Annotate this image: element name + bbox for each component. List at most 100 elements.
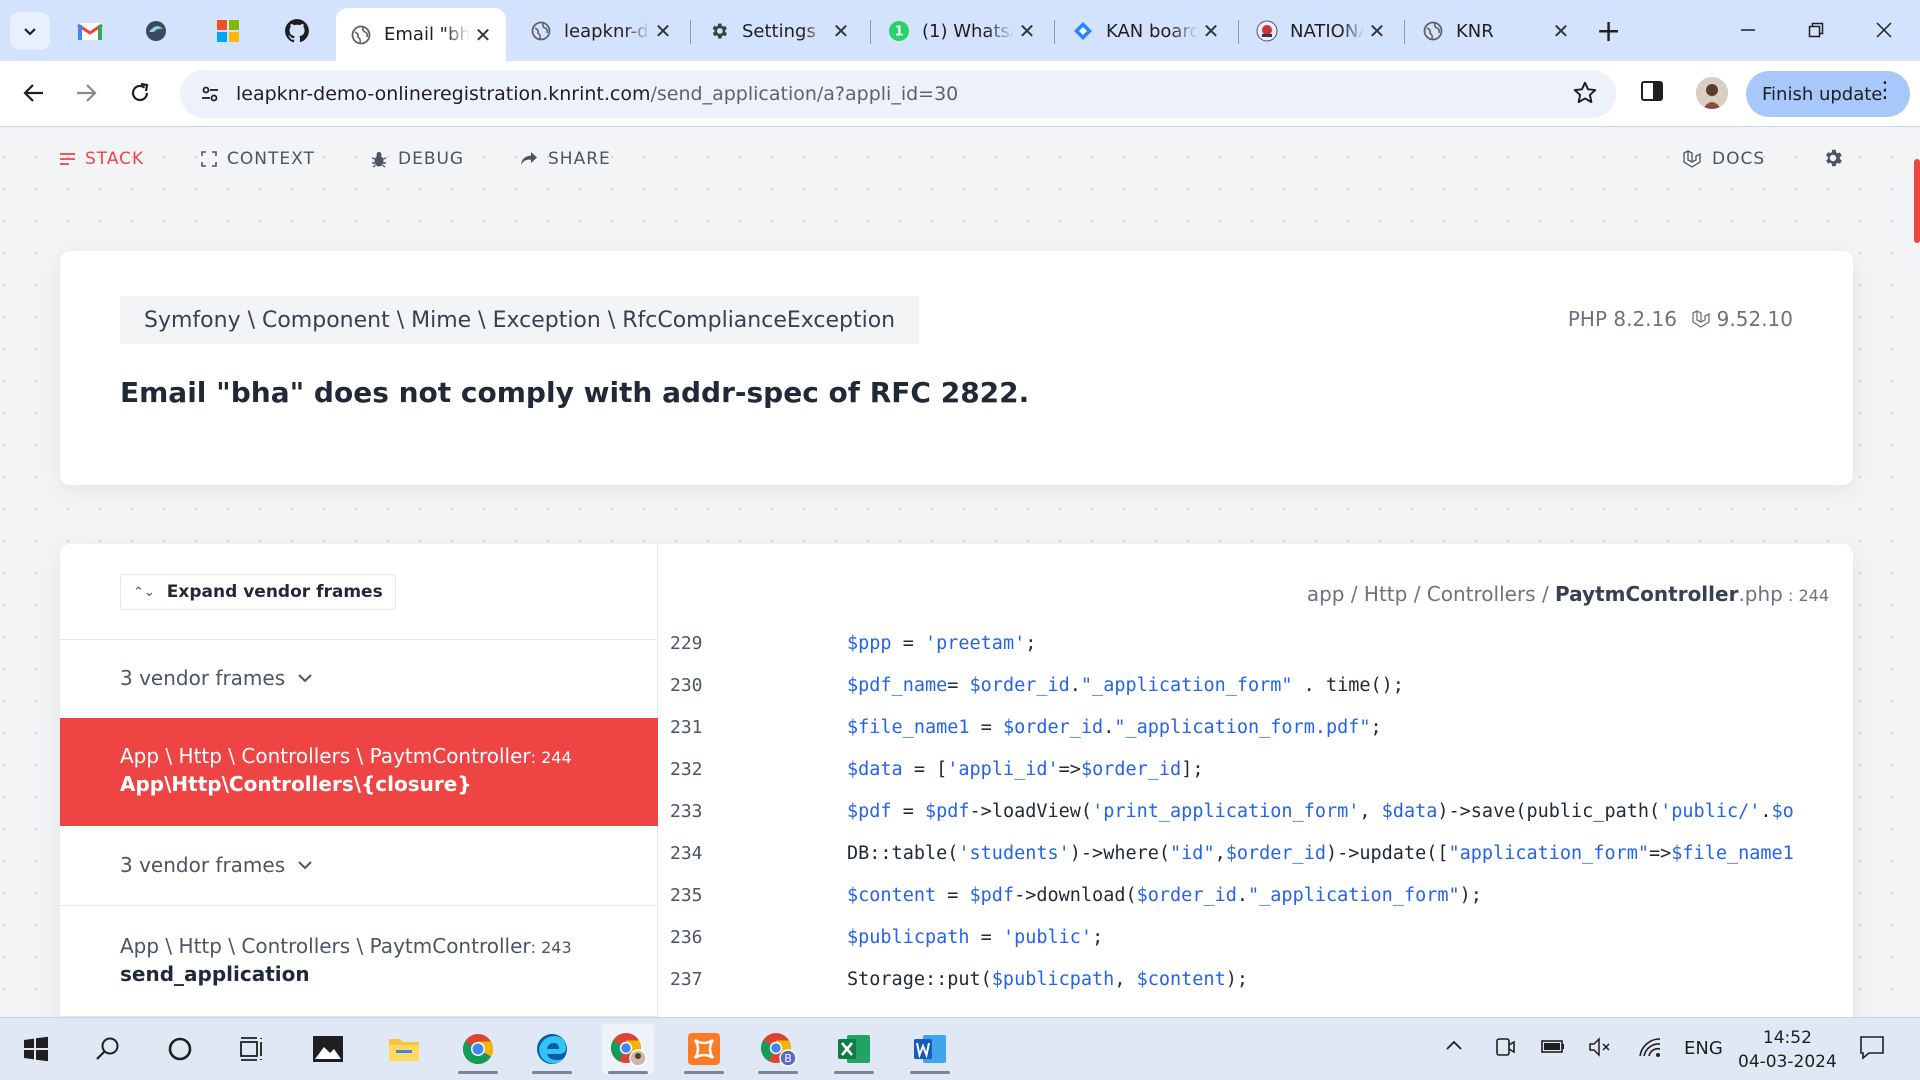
nav-context[interactable]: CONTEXT (201, 149, 315, 169)
code-line: 233 $pdf = $pdf->loadView('print_applicat… (670, 790, 1830, 832)
edge-profile-icon (146, 21, 166, 41)
code-source: DB::table('students')->where("id",$order… (847, 842, 1794, 864)
nav-debug[interactable]: DEBUG (370, 149, 464, 169)
nav-context-label: CONTEXT (227, 149, 315, 169)
site-info-icon[interactable] (186, 83, 234, 105)
taskbar-xampp[interactable] (678, 1024, 730, 1074)
list-icon (60, 153, 75, 165)
battery-icon[interactable] (1540, 1036, 1566, 1061)
taskbar-chrome-profile-b[interactable]: B (752, 1024, 804, 1074)
finish-update-button[interactable]: Finish update ⋮ (1746, 71, 1910, 117)
forward-button[interactable] (66, 73, 106, 113)
close-icon[interactable]: ✕ (1548, 18, 1574, 44)
back-button[interactable] (14, 73, 54, 113)
side-panel-icon[interactable] (1640, 79, 1664, 107)
expand-vendor-label: Expand vendor frames (166, 582, 383, 602)
reload-button[interactable] (120, 73, 160, 113)
tab-knr[interactable]: KNR ✕ (1408, 10, 1584, 52)
tab-whatsapp[interactable]: 1 (1) WhatsApp ✕ (874, 10, 1050, 52)
clock[interactable]: 14:52 04-03-2024 (1738, 1026, 1837, 1074)
close-icon[interactable]: ✕ (1014, 18, 1040, 44)
chevron-down-icon (24, 28, 36, 36)
tab-national[interactable]: NATIONAL ✕ (1242, 10, 1400, 52)
minimize-button[interactable] (1720, 10, 1776, 50)
task-view-button[interactable] (226, 1024, 278, 1074)
close-icon[interactable]: ✕ (1198, 18, 1224, 44)
taskbar-chrome[interactable] (452, 1024, 504, 1074)
globe-icon (350, 24, 372, 46)
gmail-icon (77, 23, 103, 40)
pinned-tab-github[interactable] (277, 12, 317, 50)
nav-debug-label: DEBUG (398, 149, 465, 169)
code-line: 229 $ppp = 'preetam'; (670, 622, 1830, 664)
taskbar-edge[interactable] (526, 1024, 578, 1074)
nav-stack[interactable]: STACK (60, 149, 144, 169)
code-line: 231 $file_name1 = $order_id."_application… (670, 706, 1830, 748)
taskbar-photos[interactable] (302, 1024, 354, 1074)
excel-icon (838, 1035, 870, 1063)
line-number: 230 (670, 674, 703, 696)
browser-toolbar: leapknr-demo-onlineregistration.knrint.c… (0, 61, 1920, 127)
php-version: PHP 8.2.16 (1567, 307, 1677, 331)
pinned-tab-2[interactable] (136, 12, 176, 50)
close-icon[interactable]: ✕ (1364, 18, 1390, 44)
code-source: $content = $pdf->download($order_id."_ap… (847, 884, 1482, 906)
tab-active[interactable]: Email "bha" does not comply ✕ (336, 8, 506, 61)
taskbar-excel[interactable] (828, 1024, 880, 1074)
chevron-up-icon[interactable] (1444, 1036, 1464, 1061)
language-indicator[interactable]: ENG (1684, 1038, 1723, 1059)
taskbar-file-explorer[interactable] (378, 1024, 430, 1074)
wifi-icon[interactable] (1638, 1036, 1662, 1063)
star-icon[interactable] (1572, 80, 1598, 110)
vendor-frames-toggle[interactable]: 3 vendor frames (120, 666, 313, 690)
tab-leapknr[interactable]: leapknr-demo ✕ (516, 10, 686, 52)
code-source: Storage::put($publicpath, $content); (847, 968, 1248, 990)
file-path[interactable]: app / Http / Controllers / PaytmControll… (1307, 582, 1829, 606)
close-icon[interactable]: ✕ (650, 18, 676, 44)
vendor-frames-toggle[interactable]: 3 vendor frames (120, 853, 313, 877)
profile-avatar[interactable] (1696, 77, 1728, 109)
taskbar-search[interactable] (82, 1024, 134, 1074)
tab-settings[interactable]: Settings ✕ (694, 10, 864, 52)
start-button[interactable] (10, 1024, 62, 1074)
address-bar[interactable]: leapknr-demo-onlineregistration.knrint.c… (180, 70, 1616, 118)
close-icon[interactable]: ✕ (470, 22, 496, 48)
code-source: $file_name1 = $order_id."_application_fo… (847, 716, 1382, 738)
window-close-button[interactable] (1856, 10, 1912, 50)
taskbar-chrome-profile[interactable] (602, 1024, 654, 1074)
search-icon (96, 1037, 119, 1060)
windows-start-icon (24, 1036, 48, 1062)
stack-frame-selected[interactable]: App \ Http \ Controllers \ PaytmControll… (60, 718, 658, 826)
volume-muted-icon[interactable] (1588, 1036, 1612, 1063)
browser-tab-strip: Email "bha" does not comply ✕ leapknr-de… (0, 0, 1920, 61)
cortana-button[interactable] (154, 1024, 206, 1074)
finish-update-label: Finish update (1762, 83, 1883, 105)
nav-share-label: SHARE (548, 149, 611, 169)
photos-icon (313, 1036, 343, 1062)
close-icon[interactable]: ✕ (828, 18, 854, 44)
task-view-icon (240, 1037, 262, 1061)
scrollbar-thumb[interactable] (1914, 159, 1920, 243)
tab-title: KNR (1456, 20, 1494, 42)
new-tab-button[interactable]: + (1596, 14, 1621, 49)
stack-frame[interactable]: App \ Http \ Controllers \ PaytmControll… (60, 906, 658, 1014)
globe-icon (1422, 20, 1444, 42)
file-explorer-icon (389, 1039, 419, 1061)
windows-taskbar: B ENG 14:52 04-03-2024 (0, 1017, 1920, 1080)
taskbar-word[interactable] (904, 1024, 956, 1074)
nav-docs[interactable]: DOCS (1682, 149, 1765, 169)
restore-button[interactable] (1788, 10, 1844, 50)
meet-now-icon[interactable] (1494, 1036, 1516, 1063)
expand-vendor-frames-button[interactable]: ⌃⌄ Expand vendor frames (120, 574, 396, 610)
code-source: $publicpath = 'public'; (847, 926, 1104, 948)
tab-search-button[interactable] (10, 12, 50, 50)
nav-share[interactable]: SHARE (520, 149, 611, 169)
exception-class[interactable]: Symfony \ Component \ Mime \ Exception \… (120, 296, 920, 344)
line-number: 234 (670, 842, 703, 864)
pinned-tab-gmail[interactable] (70, 12, 110, 50)
exception-card: Symfony \ Component \ Mime \ Exception \… (60, 251, 1853, 485)
pinned-tab-microsoft[interactable] (208, 12, 248, 50)
gear-icon[interactable] (1822, 147, 1844, 173)
notifications-icon[interactable] (1858, 1034, 1886, 1065)
tab-kan-board[interactable]: KAN board ✕ (1058, 10, 1234, 52)
